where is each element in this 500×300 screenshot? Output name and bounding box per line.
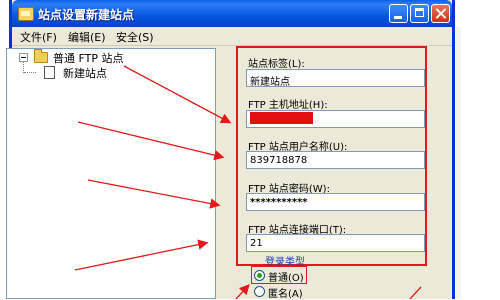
close-button[interactable] <box>431 4 450 23</box>
user-input[interactable]: 839718878 <box>246 151 425 169</box>
menu-file[interactable]: 文件(F) <box>20 29 57 45</box>
site-label-input[interactable]: 新建站点 <box>246 69 425 87</box>
menu-security[interactable]: 安全(S) <box>116 29 154 45</box>
radio-anonymous-label[interactable]: 匿名(A) <box>268 285 303 300</box>
redaction-mark <box>250 112 313 124</box>
host-caption: FTP 主机地址(H): <box>248 100 328 111</box>
tree-connector <box>24 72 36 74</box>
password-input[interactable]: *********** <box>246 193 425 211</box>
title-bar[interactable]: 站点设置新建站点 <box>12 0 452 27</box>
radio-normal[interactable] <box>254 270 265 281</box>
collapse-toggle-icon[interactable] <box>19 53 28 62</box>
tree-item-new-site[interactable]: 新建站点 <box>63 65 107 81</box>
site-label-caption: 站点标签(L): <box>248 59 305 70</box>
radio-anonymous[interactable] <box>254 286 265 297</box>
minimize-button[interactable] <box>389 4 408 23</box>
menu-edit[interactable]: 编辑(E) <box>68 29 106 45</box>
page-icon <box>44 66 55 79</box>
port-input[interactable]: 21 <box>246 234 425 252</box>
maximize-button[interactable] <box>410 4 429 23</box>
site-tree: 普通 FTP 站点 新建站点 <box>6 48 216 299</box>
app-icon <box>18 7 34 21</box>
radio-normal-label[interactable]: 普通(O) <box>268 269 304 284</box>
tree-item-root[interactable]: 普通 FTP 站点 <box>53 50 123 66</box>
window-title: 站点设置新建站点 <box>38 8 135 22</box>
menu-bar: 文件(F) 编辑(E) 安全(S) <box>12 27 452 46</box>
background-area <box>461 27 500 299</box>
folder-icon <box>34 49 48 63</box>
